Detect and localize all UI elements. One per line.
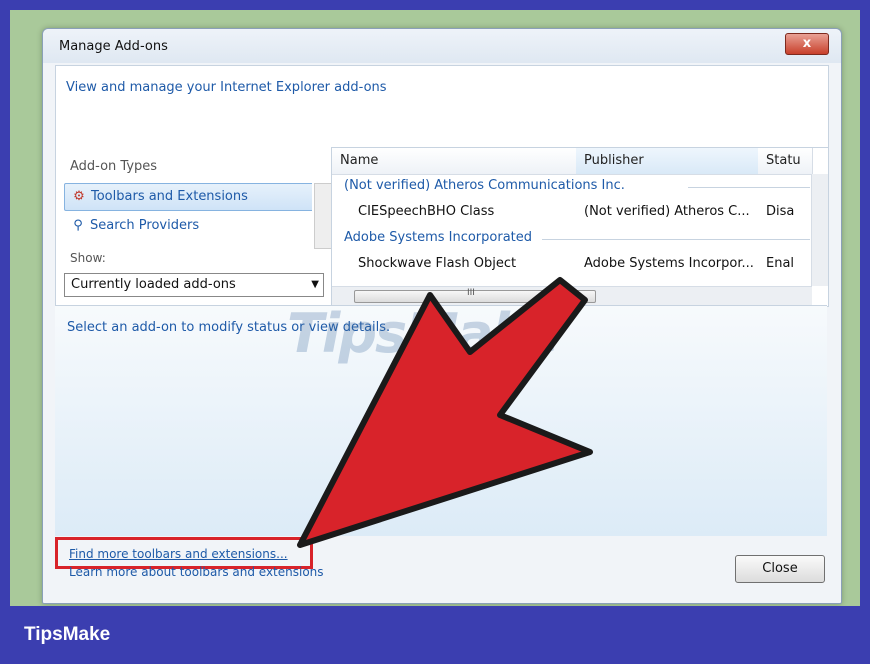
table-vertical-scrollbar[interactable] — [811, 174, 828, 286]
types-scrollbar[interactable] — [314, 183, 332, 249]
addon-types-list: ⚙ Toolbars and Extensions ⚲ Search Provi… — [64, 183, 312, 247]
view-manage-link[interactable]: View and manage your Internet Explorer a… — [66, 80, 387, 95]
type-toolbars-extensions[interactable]: ⚙ Toolbars and Extensions — [64, 183, 312, 211]
addon-types-pane: Add-on Types ⚙ Toolbars and Extensions ⚲… — [55, 147, 332, 305]
row-name: CIESpeechBHO Class — [358, 204, 495, 219]
group-divider — [688, 187, 810, 188]
column-label: Name — [340, 153, 379, 168]
column-name[interactable]: Name — [332, 148, 577, 175]
window-title: Manage Add-ons — [59, 39, 168, 54]
row-status: Disa — [766, 204, 795, 219]
type-label: Search Providers — [90, 218, 200, 233]
type-label: Toolbars and Extensions — [91, 189, 248, 204]
column-publisher[interactable]: Publisher — [576, 148, 759, 175]
show-dropdown[interactable]: Currently loaded add-ons ▼ — [64, 273, 324, 297]
row-status: Enal — [766, 256, 795, 271]
brand-bar: TipsMake — [0, 606, 870, 664]
watermark: TipsMake — [287, 302, 560, 365]
row-publisher: Adobe Systems Incorpor... — [584, 256, 754, 271]
row-name: Shockwave Flash Object — [358, 256, 517, 271]
column-status[interactable]: Statu — [758, 148, 813, 175]
brand-name: TipsMake — [24, 624, 111, 645]
details-pane: Select an add-on to modify status or vie… — [55, 302, 827, 536]
header-area: View and manage your Internet Explorer a… — [55, 65, 829, 149]
scroll-grip: III — [467, 288, 475, 298]
manage-addons-dialog: Manage Add-ons x View and manage your In… — [42, 28, 842, 604]
type-search-providers[interactable]: ⚲ Search Providers — [64, 213, 312, 239]
column-label: Publisher — [584, 153, 644, 168]
gear-icon: ⚙ — [73, 189, 85, 204]
addons-table: Name Publisher Statu (Not verified) Athe… — [331, 147, 829, 307]
table-row[interactable]: CIESpeechBHO Class (Not verified) Athero… — [332, 200, 812, 224]
window-close-button[interactable]: x — [785, 33, 829, 55]
show-label: Show: — [70, 251, 106, 265]
close-button[interactable]: Close — [735, 555, 825, 583]
column-label: Statu — [766, 153, 801, 168]
group-header-atheros: (Not verified) Atheros Communications In… — [344, 178, 625, 193]
addon-types-label: Add-on Types — [70, 159, 158, 174]
row-publisher: (Not verified) Atheros C... — [584, 204, 750, 219]
chevron-down-icon: ▼ — [311, 279, 319, 290]
show-value: Currently loaded add-ons — [71, 277, 236, 292]
group-header-adobe: Adobe Systems Incorporated — [344, 230, 533, 245]
table-row[interactable]: Shockwave Flash Object Adobe Systems Inc… — [332, 252, 812, 276]
learn-more-link[interactable]: Learn more about toolbars and extensions — [69, 565, 324, 579]
group-divider — [542, 239, 810, 240]
title-bar: Manage Add-ons x — [43, 29, 841, 63]
search-icon: ⚲ — [73, 218, 83, 233]
